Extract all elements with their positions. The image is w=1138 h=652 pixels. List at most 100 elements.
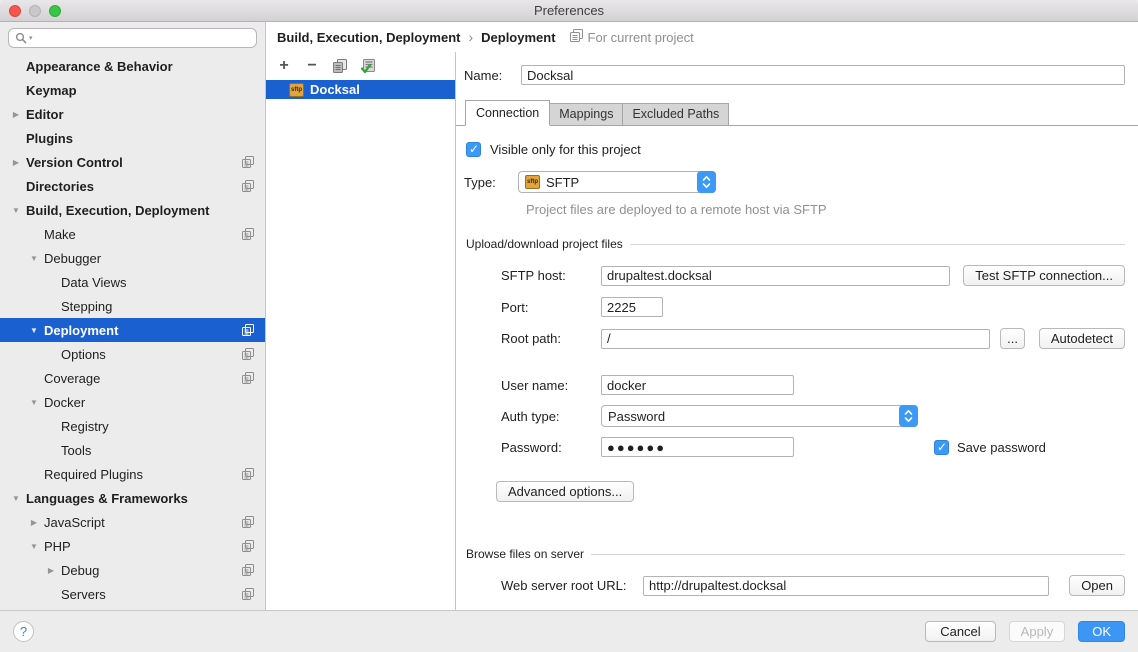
sidebar-item-label: Debugger <box>44 251 101 266</box>
search-icon <box>15 32 27 44</box>
chevron-collapsed-icon[interactable]: ▶ <box>27 518 41 527</box>
sidebar-item-make[interactable]: Make <box>0 222 265 246</box>
project-scope-icon <box>242 564 254 576</box>
settings-search-input[interactable]: ▾ <box>8 28 257 48</box>
minimize-window-button[interactable] <box>29 5 41 17</box>
dialog-footer: ? Cancel Apply OK <box>0 610 1138 652</box>
sidebar-item-languages-frameworks[interactable]: ▼Languages & Frameworks <box>0 486 265 510</box>
name-input[interactable] <box>521 65 1125 85</box>
chevron-collapsed-icon[interactable]: ▶ <box>9 158 23 167</box>
tab-excluded-paths[interactable]: Excluded Paths <box>622 103 729 125</box>
traffic-lights <box>9 5 61 17</box>
sidebar-item-editor[interactable]: ▶Editor <box>0 102 265 126</box>
cancel-button[interactable]: Cancel <box>925 621 995 642</box>
sidebar-item-build-execution-deployment[interactable]: ▼Build, Execution, Deployment <box>0 198 265 222</box>
scope-label: For current project <box>588 30 694 45</box>
scope-indicator: For current project <box>570 29 694 45</box>
sidebar-item-servers[interactable]: Servers <box>0 582 265 606</box>
chevron-expanded-icon[interactable]: ▼ <box>27 254 41 263</box>
sidebar-item-data-views[interactable]: Data Views <box>0 270 265 294</box>
section-divider <box>630 244 1125 245</box>
save-password-label: Save password <box>957 440 1046 455</box>
chevron-collapsed-icon[interactable]: ▶ <box>9 110 23 119</box>
advanced-options-button[interactable]: Advanced options... <box>496 481 634 502</box>
sidebar-item-docker[interactable]: ▼Docker <box>0 390 265 414</box>
auth-type-label: Auth type: <box>501 409 601 424</box>
sidebar-item-coverage[interactable]: Coverage <box>0 366 265 390</box>
chevron-expanded-icon[interactable]: ▼ <box>9 494 23 503</box>
name-label: Name: <box>464 68 521 83</box>
sidebar-item-label: Options <box>61 347 106 362</box>
port-label: Port: <box>501 300 601 315</box>
chevron-expanded-icon[interactable]: ▼ <box>27 398 41 407</box>
sftp-host-input[interactable] <box>601 266 950 286</box>
sidebar-item-label: Docker <box>44 395 85 410</box>
type-select[interactable]: sftp SFTP <box>518 171 716 193</box>
sftp-file-icon: sftp <box>525 175 540 189</box>
password-label: Password: <box>501 440 601 455</box>
project-scope-icon <box>242 180 254 192</box>
remove-icon[interactable]: − <box>304 58 320 74</box>
browse-section-label: Browse files on server <box>464 547 584 561</box>
web-root-input[interactable] <box>643 576 1049 596</box>
tab-connection[interactable]: Connection <box>465 100 550 126</box>
root-path-input[interactable] <box>601 329 990 349</box>
use-as-default-icon[interactable] <box>360 58 376 74</box>
sidebar-item-directories[interactable]: Directories <box>0 174 265 198</box>
apply-button[interactable]: Apply <box>1009 621 1066 642</box>
tab-mappings[interactable]: Mappings <box>549 103 623 125</box>
upload-section-label: Upload/download project files <box>464 237 623 251</box>
sidebar-item-label: Stepping <box>61 299 112 314</box>
project-scope-icon <box>242 540 254 552</box>
chevron-expanded-icon[interactable]: ▼ <box>9 206 23 215</box>
test-sftp-connection-button[interactable]: Test SFTP connection... <box>963 265 1125 286</box>
help-button[interactable]: ? <box>13 621 34 642</box>
sidebar-item-registry[interactable]: Registry <box>0 414 265 438</box>
sidebar-item-label: Servers <box>61 587 106 602</box>
upload-section-header: Upload/download project files <box>464 237 1125 251</box>
window-title: Preferences <box>534 3 604 18</box>
ok-button[interactable]: OK <box>1078 621 1125 642</box>
chevron-expanded-icon[interactable]: ▼ <box>27 542 41 551</box>
add-icon[interactable]: + <box>276 58 292 74</box>
chevron-collapsed-icon[interactable]: ▶ <box>44 566 58 575</box>
project-scope-icon <box>242 588 254 600</box>
breadcrumb-parent[interactable]: Build, Execution, Deployment <box>277 30 460 45</box>
sidebar-item-keymap[interactable]: Keymap <box>0 78 265 102</box>
server-list-toolbar: + − <box>266 52 455 80</box>
password-input[interactable] <box>601 437 794 457</box>
sidebar-item-stepping[interactable]: Stepping <box>0 294 265 318</box>
sidebar-item-tools[interactable]: Tools <box>0 438 265 462</box>
save-password-checkbox[interactable] <box>934 440 949 455</box>
sidebar-item-javascript[interactable]: ▶JavaScript <box>0 510 265 534</box>
visible-only-checkbox[interactable] <box>466 142 481 157</box>
sidebar-item-appearance-behavior[interactable]: Appearance & Behavior <box>0 54 265 78</box>
chevron-expanded-icon[interactable]: ▼ <box>27 326 41 335</box>
project-scope-icon <box>242 372 254 384</box>
sidebar-item-label: PHP <box>44 539 71 554</box>
sidebar-item-php[interactable]: ▼PHP <box>0 534 265 558</box>
sidebar-item-deployment[interactable]: ▼Deployment <box>0 318 265 342</box>
breadcrumb-separator-icon: › <box>468 30 473 44</box>
copy-icon[interactable] <box>332 58 348 74</box>
autodetect-button[interactable]: Autodetect <box>1039 328 1125 349</box>
sidebar-item-label: Debug <box>61 563 99 578</box>
sidebar-item-version-control[interactable]: ▶Version Control <box>0 150 265 174</box>
server-list-item[interactable]: sftp Docksal <box>266 80 455 99</box>
search-history-caret-icon[interactable]: ▾ <box>29 34 33 42</box>
auth-type-select[interactable]: Password <box>601 405 918 427</box>
open-url-button[interactable]: Open <box>1069 575 1125 596</box>
user-name-input[interactable] <box>601 375 794 395</box>
sidebar-item-required-plugins[interactable]: Required Plugins <box>0 462 265 486</box>
sidebar-item-options[interactable]: Options <box>0 342 265 366</box>
sidebar-item-debug[interactable]: ▶Debug <box>0 558 265 582</box>
browse-root-path-button[interactable]: ... <box>1000 328 1025 349</box>
sidebar-item-plugins[interactable]: Plugins <box>0 126 265 150</box>
port-input[interactable] <box>601 297 663 317</box>
sidebar-item-label: Editor <box>26 107 64 122</box>
sidebar-item-debugger[interactable]: ▼Debugger <box>0 246 265 270</box>
breadcrumb: Build, Execution, Deployment › Deploymen… <box>266 22 1138 52</box>
close-window-button[interactable] <box>9 5 21 17</box>
zoom-window-button[interactable] <box>49 5 61 17</box>
server-list-panel: + − sftp Docksal <box>266 52 456 610</box>
